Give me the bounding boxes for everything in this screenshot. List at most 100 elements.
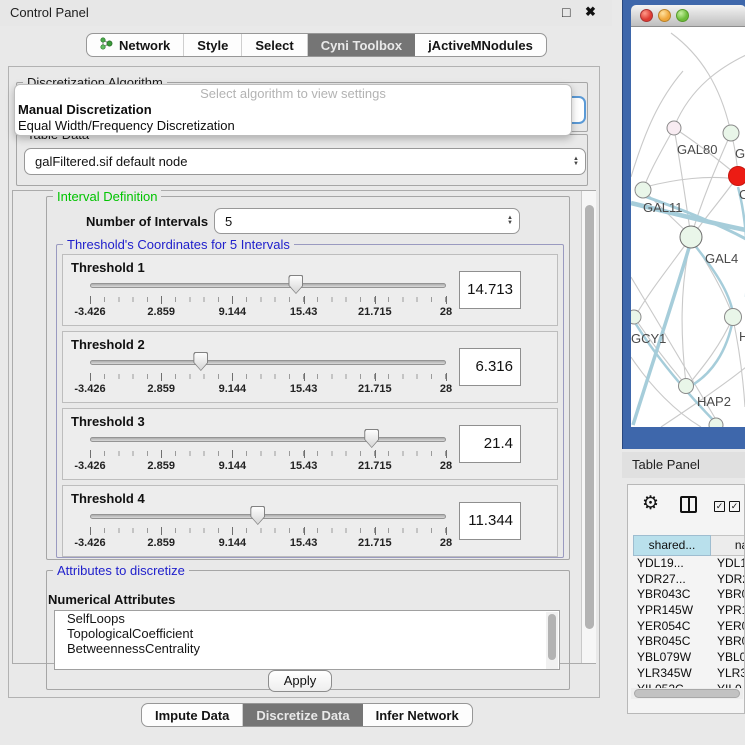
axis-major-tick (375, 373, 376, 381)
horizontal-scrollbar-thumb[interactable] (634, 689, 740, 698)
mac-minimize-icon[interactable] (658, 9, 671, 22)
combo-stepper-icon[interactable]: ▲ ▼ (501, 216, 519, 226)
number-of-intervals-combobox[interactable]: 5 ▲ ▼ (214, 208, 520, 234)
horizontal-scrollbar[interactable] (631, 688, 743, 699)
axis-major-tick (446, 373, 447, 381)
threshold-slider[interactable]: -3.4262.8599.14415.4321.71528 (89, 504, 447, 556)
apply-button[interactable]: Apply (268, 670, 332, 692)
attribute-item[interactable]: TopologicalCoefficient (55, 626, 559, 641)
table-cell-name[interactable]: YDR2 (711, 572, 745, 588)
table-cell-shared-name[interactable]: YBL079W (633, 650, 711, 666)
node-table-body: YDL19...YDL1YDR27...YDR2YBR043CYBR0YPR14… (633, 556, 745, 697)
table-data-combobox[interactable]: galFiltered.sif default node ▲ ▼ (24, 148, 586, 175)
table-cell-shared-name[interactable]: YBR045C (633, 634, 711, 650)
axis-major-tick (90, 373, 91, 381)
list-scrollbar-thumb[interactable] (548, 614, 556, 660)
tab-infer-label: Infer Network (376, 708, 459, 723)
float-window-icon[interactable]: □ (562, 4, 570, 20)
checkbox-icon[interactable]: ✓ (714, 501, 725, 512)
table-cell-shared-name[interactable]: YDR27... (633, 572, 711, 588)
axis-major-tick (446, 527, 447, 535)
slider-thumb[interactable] (250, 506, 265, 525)
slider-thumb[interactable] (288, 275, 303, 294)
tab-discretize-data[interactable]: Discretize Data (243, 704, 362, 726)
table-row[interactable]: YDL19...YDL1 (633, 556, 745, 572)
table-cell-shared-name[interactable]: YLR345W (633, 666, 711, 682)
tab-select[interactable]: Select (242, 34, 307, 56)
close-icon[interactable]: ✖ (585, 4, 596, 20)
tab-impute-label: Impute Data (155, 708, 229, 723)
network-node-label: GAL4 (705, 251, 738, 266)
attribute-item[interactable]: SelfLoops (55, 611, 559, 626)
table-row[interactable]: YBR045CYBR0 (633, 634, 745, 650)
threshold-value-field[interactable]: 14.713 (459, 271, 521, 309)
numerical-attributes-list[interactable]: SelfLoopsTopologicalCoefficientBetweenne… (54, 610, 560, 670)
threshold-slider[interactable]: -3.4262.8599.14415.4321.71528 (89, 427, 447, 479)
network-node[interactable] (679, 379, 694, 394)
slider-thumb[interactable] (193, 352, 208, 371)
network-node[interactable] (635, 182, 651, 198)
axis-major-tick (446, 450, 447, 458)
list-scrollbar[interactable] (546, 612, 558, 670)
network-node[interactable] (723, 125, 739, 141)
tab-impute-data[interactable]: Impute Data (142, 704, 243, 726)
tab-infer-network[interactable]: Infer Network (363, 704, 472, 726)
threshold-value-field[interactable]: 11.344 (459, 502, 521, 540)
table-cell-name[interactable]: YPR1 (711, 603, 745, 619)
table-row[interactable]: YDR27...YDR2 (633, 572, 745, 588)
network-canvas[interactable]: GAL80 G. C GAL11 GAL4 GCY1 H HAP2 (631, 27, 745, 427)
combo-stepper-icon[interactable]: ▲ ▼ (567, 157, 585, 167)
column-header-shared-name[interactable]: shared... (633, 535, 711, 556)
network-node[interactable] (631, 310, 641, 324)
table-cell-shared-name[interactable]: YER054C (633, 619, 711, 635)
table-row[interactable]: YPR145WYPR1 (633, 603, 745, 619)
threshold-slider[interactable]: -3.4262.8599.14415.4321.71528 (89, 273, 447, 325)
tab-jactivemnodules[interactable]: jActiveMNodules (415, 34, 546, 56)
checkbox-icon[interactable]: ✓ (729, 501, 740, 512)
table-row[interactable]: YBR043CYBR0 (633, 587, 745, 603)
table-row[interactable]: YER054CYER0 (633, 619, 745, 635)
table-cell-name[interactable]: YER0 (711, 619, 745, 635)
table-cell-name[interactable]: YBL0 (711, 650, 745, 666)
table-cell-shared-name[interactable]: YDL19... (633, 556, 711, 572)
axis-tick-label: -3.426 (74, 537, 105, 549)
vertical-scrollbar-thumb[interactable] (585, 205, 594, 629)
table-row[interactable]: YBL079WYBL0 (633, 650, 745, 666)
tab-style[interactable]: Style (184, 34, 242, 56)
axis-tick-label: -3.426 (74, 460, 105, 472)
dropdown-prompt-item[interactable]: Select algorithm to view settings (15, 85, 571, 102)
algorithm-dropdown-popup: Select algorithm to view settings Manual… (14, 84, 572, 136)
gear-icon[interactable]: ⚙ (642, 492, 659, 515)
dropdown-option-equal-width[interactable]: Equal Width/Frequency Discretization (15, 118, 571, 134)
dropdown-option-manual-discretization[interactable]: Manual Discretization (15, 102, 571, 118)
mac-zoom-icon[interactable] (676, 9, 689, 22)
table-cell-shared-name[interactable]: YPR145W (633, 603, 711, 619)
threshold-value-field[interactable]: 21.4 (459, 425, 521, 463)
network-node[interactable] (680, 226, 702, 248)
threshold-value-field[interactable]: 6.316 (459, 348, 521, 386)
column-header-name[interactable]: na (711, 535, 745, 556)
slider-ticks (90, 528, 446, 533)
network-node[interactable] (709, 418, 723, 427)
table-cell-name[interactable]: YDL1 (711, 556, 745, 572)
tab-cyni-toolbox[interactable]: Cyni Toolbox (308, 34, 415, 56)
slider-axis-labels: -3.4262.8599.14415.4321.71528 (90, 460, 446, 474)
network-graph[interactable]: GAL80 G. C GAL11 GAL4 GCY1 H HAP2 (631, 27, 745, 427)
table-cell-name[interactable]: YBR0 (711, 634, 745, 650)
mac-close-icon[interactable] (640, 9, 653, 22)
network-view-window: GAL80 G. C GAL11 GAL4 GCY1 H HAP2 (622, 0, 745, 449)
table-cell-name[interactable]: YLR3 (711, 666, 745, 682)
network-node[interactable] (725, 309, 742, 326)
network-node-selected[interactable] (729, 167, 745, 186)
table-row[interactable]: YLR345WYLR3 (633, 666, 745, 682)
table-cell-name[interactable]: YBR0 (711, 587, 745, 603)
slider-thumb[interactable] (364, 429, 379, 448)
threshold-slider[interactable]: -3.4262.8599.14415.4321.71528 (89, 350, 447, 402)
network-window-titlebar[interactable] (631, 5, 745, 27)
tab-network[interactable]: Network (87, 34, 184, 56)
attribute-item[interactable]: BetweennessCentrality (55, 641, 559, 656)
table-cell-shared-name[interactable]: YBR043C (633, 587, 711, 603)
split-columns-icon[interactable] (680, 496, 697, 513)
vertical-scrollbar[interactable] (581, 191, 596, 663)
network-node[interactable] (667, 121, 681, 135)
